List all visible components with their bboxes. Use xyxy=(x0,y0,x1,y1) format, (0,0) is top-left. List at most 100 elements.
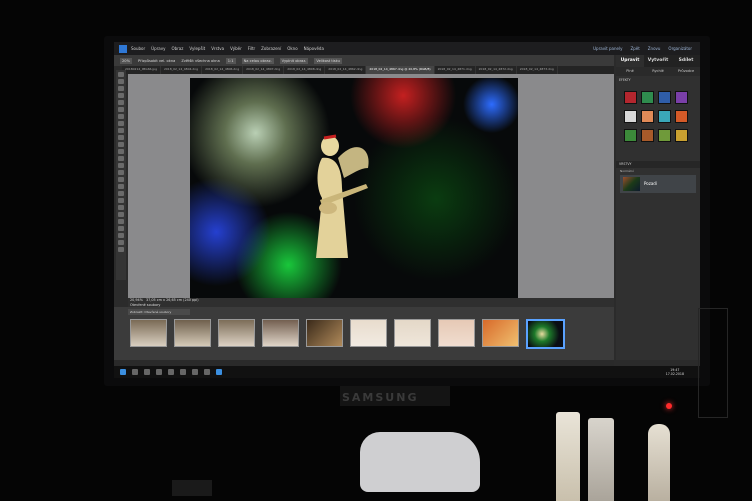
power-led xyxy=(666,403,672,409)
bin-thumbnail[interactable] xyxy=(130,319,167,347)
effect-swatch[interactable] xyxy=(641,129,654,142)
bin-thumbnail-selected[interactable] xyxy=(526,319,565,349)
chrome-icon[interactable] xyxy=(204,369,210,375)
bin-thumbnail[interactable] xyxy=(218,319,255,347)
tool-icon[interactable] xyxy=(118,135,124,140)
tool-icon[interactable] xyxy=(118,100,124,105)
effect-swatch[interactable] xyxy=(624,91,637,104)
document-tab[interactable]: 2018_02_14_4873.dng xyxy=(517,66,558,74)
document-tab-active[interactable]: 2018_02_14_4867.dng @ 20,8% (RGB/8) xyxy=(366,66,435,74)
bin-thumbnail[interactable] xyxy=(438,319,475,347)
tool-icon[interactable] xyxy=(118,247,124,252)
mail-icon[interactable] xyxy=(168,369,174,375)
effect-swatch[interactable] xyxy=(658,129,671,142)
tool-icon[interactable] xyxy=(118,177,124,182)
bin-thumbnail[interactable] xyxy=(174,319,211,347)
tool-icon[interactable] xyxy=(118,198,124,203)
fit-screen-button[interactable]: Na celou obraz. xyxy=(241,57,274,64)
menu-item-vrstva[interactable]: Vrstva xyxy=(211,46,224,51)
task-view-icon[interactable] xyxy=(144,369,150,375)
zoom-field[interactable]: 20% xyxy=(120,57,132,64)
bin-thumbnail[interactable] xyxy=(262,319,299,347)
fill-screen-button[interactable]: Vyplnit obraz. xyxy=(279,57,309,64)
tool-icon[interactable] xyxy=(118,205,124,210)
document-tab[interactable]: 2018_02_14_4862.dng xyxy=(325,66,367,74)
edge-icon[interactable] xyxy=(180,369,186,375)
edit-panels-button[interactable]: Upravit panely xyxy=(593,46,622,51)
tab-sdilet[interactable]: Sdílet xyxy=(672,55,700,67)
tool-icon[interactable] xyxy=(118,79,124,84)
photo-bin-dropdown[interactable]: Zobrazit: Otevřené soubory xyxy=(128,309,190,315)
menu-item-upravy[interactable]: Úpravy xyxy=(151,46,165,51)
menu-item-okno[interactable]: Okno xyxy=(287,46,297,51)
tool-icon[interactable] xyxy=(118,121,124,126)
effect-swatch[interactable] xyxy=(641,110,654,123)
effect-swatch[interactable] xyxy=(641,91,654,104)
photoshop-elements-icon[interactable] xyxy=(216,369,222,375)
menu-item-napoveda[interactable]: Nápověda xyxy=(304,46,324,51)
folder-icon[interactable] xyxy=(192,369,198,375)
print-size-button[interactable]: Velikost tisku xyxy=(314,57,342,64)
christmas-angel-photo[interactable] xyxy=(190,78,518,298)
bin-thumbnail[interactable] xyxy=(306,319,343,347)
tool-icon[interactable] xyxy=(118,191,124,196)
bin-thumbnail[interactable] xyxy=(482,319,519,347)
actual-pixels-button[interactable]: 1:1 xyxy=(225,57,236,64)
effect-swatch[interactable] xyxy=(624,110,637,123)
tool-icon[interactable] xyxy=(118,93,124,98)
subtab-rychle[interactable]: Rychlé xyxy=(644,67,672,76)
tool-icon[interactable] xyxy=(118,114,124,119)
document-tab[interactable]: 20180214_IMG66.jpg xyxy=(122,66,161,74)
tab-upravit[interactable]: Upravit xyxy=(616,55,644,67)
menu-item-obraz[interactable]: Obraz xyxy=(171,46,183,51)
tool-icon[interactable] xyxy=(118,233,124,238)
subtab-plne[interactable]: Plné xyxy=(616,67,644,76)
fit-window-button[interactable]: Přizpůsobit vel. okna xyxy=(138,59,175,63)
bin-thumbnail[interactable] xyxy=(394,319,431,347)
tool-icon[interactable] xyxy=(118,149,124,154)
search-icon[interactable] xyxy=(132,369,138,375)
tool-icon[interactable] xyxy=(118,72,124,77)
document-tab[interactable]: 2018_02_14_4808.dng xyxy=(284,66,326,74)
tool-icon[interactable] xyxy=(118,219,124,224)
document-tab[interactable]: 2018_02_14_4871.dng xyxy=(435,66,476,74)
document-tab[interactable]: 2018_02_14_4804.dng xyxy=(161,66,203,74)
effect-swatch[interactable] xyxy=(658,91,671,104)
menu-item-vyber[interactable]: Výběr xyxy=(230,46,242,51)
tool-icon[interactable] xyxy=(118,163,124,168)
tool-icon[interactable] xyxy=(118,156,124,161)
taskbar-clock[interactable]: 19:47 17.02.2018 xyxy=(666,368,684,376)
store-icon[interactable] xyxy=(156,369,162,375)
menu-item-soubor[interactable]: Soubor xyxy=(131,46,145,51)
tool-icon[interactable] xyxy=(118,170,124,175)
redo-button[interactable]: Znovu xyxy=(648,46,661,51)
tool-icon[interactable] xyxy=(118,212,124,217)
zoom-all-button[interactable]: Zvětšit všechna okna xyxy=(181,59,219,63)
tool-icon[interactable] xyxy=(118,128,124,133)
organizer-button[interactable]: Organizátor xyxy=(668,46,692,51)
document-tab[interactable]: 2018_02_14_4872.dng xyxy=(476,66,517,74)
document-tab[interactable]: 2018_02_14_4807.dng xyxy=(243,66,285,74)
undo-button[interactable]: Zpět xyxy=(630,46,639,51)
effect-swatch[interactable] xyxy=(675,129,688,142)
subtab-pruvodce[interactable]: Průvodce xyxy=(672,67,700,76)
tool-icon[interactable] xyxy=(118,107,124,112)
menu-item-zobrazeni[interactable]: Zobrazení xyxy=(261,46,281,51)
bin-thumbnail[interactable] xyxy=(350,319,387,347)
effect-swatch[interactable] xyxy=(658,110,671,123)
menu-item-filtr[interactable]: Filtr xyxy=(248,46,255,51)
tool-icon[interactable] xyxy=(118,142,124,147)
tool-icon[interactable] xyxy=(118,86,124,91)
layer-row[interactable]: Pozadí xyxy=(620,175,696,193)
effect-swatch[interactable] xyxy=(675,91,688,104)
tool-icon[interactable] xyxy=(118,240,124,245)
tool-icon[interactable] xyxy=(118,226,124,231)
effect-swatch[interactable] xyxy=(624,129,637,142)
windows-start-icon[interactable] xyxy=(120,369,126,375)
menu-item-vylepsit[interactable]: Vylepšit xyxy=(189,46,205,51)
tool-icon[interactable] xyxy=(118,184,124,189)
document-tab[interactable]: 2018_02_14_4806.dng xyxy=(202,66,244,74)
effect-swatch[interactable] xyxy=(675,110,688,123)
blend-mode-select[interactable]: Normální xyxy=(620,169,634,173)
tab-vytvorit[interactable]: Vytvořit xyxy=(644,55,672,67)
